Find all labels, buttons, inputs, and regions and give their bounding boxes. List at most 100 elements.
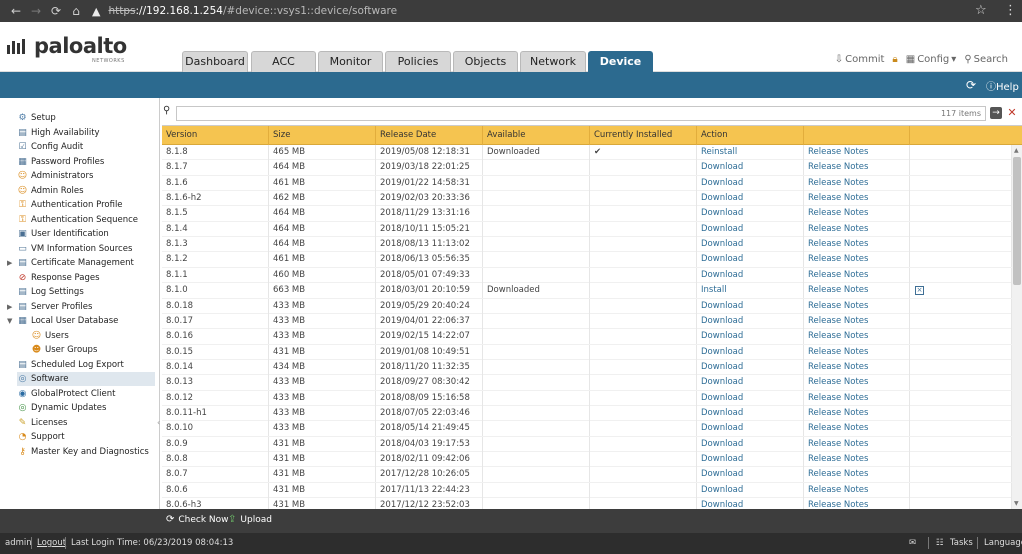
expand-icon[interactable]: ▶	[7, 259, 12, 267]
release-notes-link[interactable]: Release Notes	[804, 206, 910, 222]
filter-input[interactable]: 117 items	[176, 106, 986, 121]
col-action[interactable]: Action	[697, 126, 804, 145]
table-row[interactable]: 8.1.6 461 MB 2019/01/22 14:58:31 Download Re…	[162, 175, 1012, 192]
table-row[interactable]: 8.1.3 464 MB 2018/08/13 11:13:02 Download Re…	[162, 237, 1012, 253]
sidebar-item-log-settings[interactable]: ▤ Log Settings	[17, 285, 155, 299]
col-currently-installed[interactable]: Currently Installed	[590, 126, 697, 145]
upload-button[interactable]: ⇪ Upload	[228, 514, 272, 525]
sidebar-item-authentication-sequence[interactable]: ⚿ Authentication Sequence	[17, 213, 155, 227]
action-link[interactable]: Download	[697, 221, 804, 237]
action-link[interactable]: Install	[697, 283, 804, 299]
action-link[interactable]: Download	[697, 452, 804, 467]
release-notes-link[interactable]: Release Notes	[804, 267, 910, 283]
release-notes-link[interactable]: Release Notes	[804, 160, 910, 176]
forward-icon[interactable]: →	[26, 0, 46, 22]
release-notes-link[interactable]: Release Notes	[804, 221, 910, 237]
sidebar-item-users[interactable]: ☺ Users	[31, 329, 155, 343]
search-link[interactable]: Search	[974, 54, 1008, 65]
action-link[interactable]: Reinstall	[697, 145, 804, 160]
sidebar-item-config-audit[interactable]: ☑ Config Audit	[17, 140, 155, 154]
table-row[interactable]: 8.0.6 431 MB 2017/11/13 22:44:23 Download Re…	[162, 482, 1012, 499]
help-link[interactable]: ⓘHelp	[986, 78, 1019, 93]
config-icon[interactable]: ▦	[906, 54, 915, 65]
tab-objects[interactable]: Objects	[453, 51, 518, 72]
action-link[interactable]: Download	[697, 252, 804, 268]
warning-icon[interactable]: ▲	[92, 5, 100, 18]
action-link[interactable]: Download	[697, 436, 804, 452]
tab-monitor[interactable]: Monitor	[318, 51, 383, 72]
sidebar-item-scheduled-log-export[interactable]: ▤ Scheduled Log Export	[17, 358, 155, 372]
action-link[interactable]: Download	[697, 191, 804, 207]
sidebar-item-certificate-management[interactable]: ▤ Certificate Management	[17, 256, 155, 270]
lock-icon[interactable]: 🔒︎	[892, 54, 897, 65]
table-row[interactable]: 8.1.4 464 MB 2018/10/11 15:05:21 Download Re…	[162, 221, 1012, 238]
table-row[interactable]: 8.1.0 663 MB 2018/03/01 20:10:59 Downloaded…	[162, 283, 1012, 299]
commit-link[interactable]: Commit	[845, 54, 884, 65]
sidebar-item-vm-information-sources[interactable]: ▭ VM Information Sources	[17, 242, 155, 256]
action-link[interactable]: Download	[697, 359, 804, 375]
table-row[interactable]: 8.0.18 433 MB 2019/05/29 20:40:24 Download R…	[162, 298, 1012, 314]
release-notes-link[interactable]: Release Notes	[804, 145, 910, 160]
check-now-button[interactable]: ⟳ Check Now	[166, 514, 229, 525]
sidebar-item-dynamic-updates[interactable]: ◎ Dynamic Updates	[17, 401, 155, 415]
mail-icon[interactable]: ✉	[909, 538, 916, 548]
search-icon[interactable]: ⚲	[964, 54, 971, 65]
release-notes-link[interactable]: Release Notes	[804, 452, 910, 467]
release-notes-link[interactable]: Release Notes	[804, 175, 910, 191]
col-release-notes[interactable]	[804, 126, 910, 145]
action-link[interactable]: Download	[697, 390, 804, 406]
action-link[interactable]: Download	[697, 237, 804, 253]
sidebar-item-master-key-and-diagnostics[interactable]: ⚷ Master Key and Diagnostics	[17, 445, 155, 459]
table-row[interactable]: 8.0.8 431 MB 2018/02/11 09:42:06 Download Re…	[162, 452, 1012, 468]
language-link[interactable]: Language	[984, 538, 1022, 548]
sidebar-item-response-pages[interactable]: ⊘ Response Pages	[17, 271, 155, 285]
action-link[interactable]: Download	[697, 421, 804, 437]
table-row[interactable]: 8.1.1 460 MB 2018/05/01 07:49:33 Download Re…	[162, 267, 1012, 284]
commit-icon[interactable]: ⇩	[835, 54, 843, 65]
sidebar-item-setup[interactable]: ⚙ Setup	[17, 111, 155, 125]
logout-link[interactable]: Logout	[37, 538, 66, 548]
sidebar-item-administrators[interactable]: ☺ Administrators	[17, 169, 155, 183]
chevron-down-icon[interactable]: ▾	[951, 54, 956, 65]
action-link[interactable]: Download	[697, 267, 804, 283]
sidebar-item-user-identification[interactable]: ▣ User Identification	[17, 227, 155, 241]
action-link[interactable]: Download	[697, 375, 804, 391]
release-notes-link[interactable]: Release Notes	[804, 421, 910, 437]
table-row[interactable]: 8.0.13 433 MB 2018/09/27 08:30:42 Download R…	[162, 375, 1012, 391]
sidebar-item-globalprotect-client[interactable]: ◉ GlobalProtect Client	[17, 387, 155, 401]
scroll-thumb[interactable]	[1013, 157, 1021, 285]
release-notes-link[interactable]: Release Notes	[804, 329, 910, 345]
release-notes-link[interactable]: Release Notes	[804, 237, 910, 253]
release-notes-link[interactable]: Release Notes	[804, 298, 910, 314]
table-row[interactable]: 8.0.15 431 MB 2019/01/08 10:49:51 Download R…	[162, 344, 1012, 360]
sidebar-item-licenses[interactable]: ✎ Licenses	[17, 416, 155, 430]
release-notes-link[interactable]: Release Notes	[804, 405, 910, 421]
clear-filter-button[interactable]: ✕	[1006, 107, 1018, 119]
tab-policies[interactable]: Policies	[385, 51, 451, 72]
table-row[interactable]: 8.0.9 431 MB 2018/04/03 19:17:53 Download Re…	[162, 436, 1012, 453]
delete-image-icon[interactable]: ×	[915, 286, 924, 296]
sidebar-item-local-user-database[interactable]: ▦ Local User Database	[17, 314, 155, 328]
sidebar-item-admin-roles[interactable]: ☺ Admin Roles	[17, 184, 155, 198]
release-notes-link[interactable]: Release Notes	[804, 252, 910, 268]
sidebar-item-password-profiles[interactable]: ▦ Password Profiles	[17, 155, 155, 169]
release-notes-link[interactable]: Release Notes	[804, 344, 910, 360]
table-row[interactable]: 8.1.7 464 MB 2019/03/18 22:01:25 Download Re…	[162, 160, 1012, 176]
table-row[interactable]: 8.0.10 433 MB 2018/05/14 21:49:45 Download R…	[162, 421, 1012, 437]
reload-icon[interactable]: ⟳	[46, 0, 66, 22]
table-row[interactable]: 8.1.5 464 MB 2018/11/29 13:31:16 Download Re…	[162, 206, 1012, 222]
action-link[interactable]: Download	[697, 160, 804, 176]
table-row[interactable]: 8.1.2 461 MB 2018/06/13 05:56:35 Download Re…	[162, 252, 1012, 268]
action-link[interactable]: Download	[697, 344, 804, 360]
table-row[interactable]: 8.0.12 433 MB 2018/08/09 15:16:58 Download R…	[162, 390, 1012, 406]
table-row[interactable]: 8.1.6-h2 462 MB 2019/02/03 20:33:36 Downloa…	[162, 191, 1012, 207]
sidebar-item-server-profiles[interactable]: ▤ Server Profiles	[17, 300, 155, 314]
table-row[interactable]: 8.0.14 434 MB 2018/11/20 11:32:35 Download R…	[162, 359, 1012, 376]
scroll-up-icon[interactable]: ▲	[1014, 147, 1019, 154]
action-link[interactable]: Download	[697, 298, 804, 314]
table-row[interactable]: 8.0.7 431 MB 2017/12/28 10:26:05 Download Re…	[162, 467, 1012, 483]
tasks-icon[interactable]: ☷	[936, 538, 944, 548]
action-link[interactable]: Download	[697, 329, 804, 345]
action-link[interactable]: Download	[697, 482, 804, 498]
release-notes-link[interactable]: Release Notes	[804, 359, 910, 375]
